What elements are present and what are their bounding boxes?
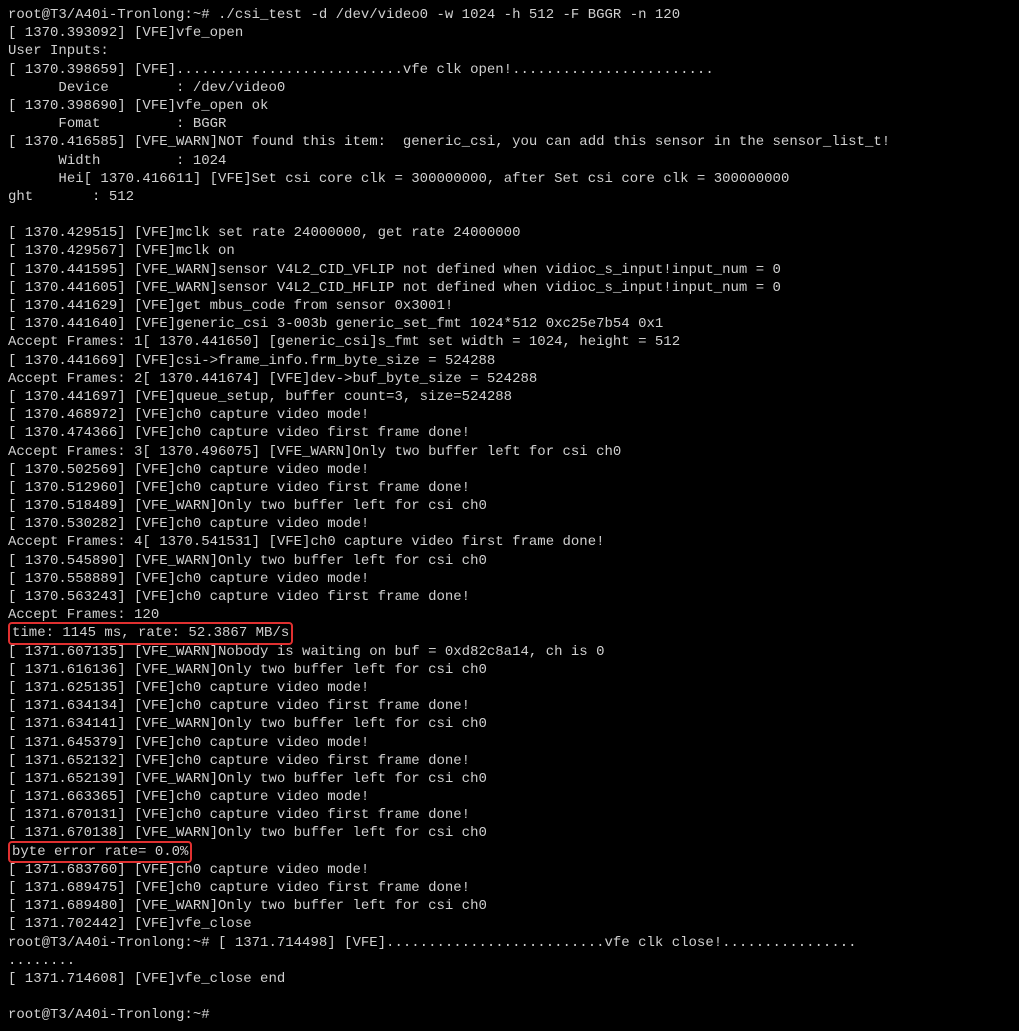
highlighted-output: byte error rate= 0.0% [8,841,192,863]
terminal-line: [ 1370.398659] [VFE]....................… [8,61,1011,79]
terminal-line: [ 1370.398690] [VFE]vfe_open ok [8,97,1011,115]
terminal-line: root@T3/A40i-Tronlong:~# ./csi_test -d /… [8,6,1011,24]
terminal-line: [ 1371.670131] [VFE]ch0 capture video fi… [8,806,1011,824]
terminal-line: [ 1370.563243] [VFE]ch0 capture video fi… [8,588,1011,606]
terminal-line [8,206,1011,224]
highlighted-output: time: 1145 ms, rate: 52.3867 MB/s [8,622,293,644]
terminal-line: byte error rate= 0.0% [8,843,1011,861]
terminal-line: [ 1370.441605] [VFE_WARN]sensor V4L2_CID… [8,279,1011,297]
terminal-line: Accept Frames: 3[ 1370.496075] [VFE_WARN… [8,443,1011,461]
terminal-line: Device : /dev/video0 [8,79,1011,97]
terminal-line: [ 1371.689480] [VFE_WARN]Only two buffer… [8,897,1011,915]
terminal-line: [ 1370.512960] [VFE]ch0 capture video fi… [8,479,1011,497]
terminal-line: [ 1371.607135] [VFE_WARN]Nobody is waiti… [8,643,1011,661]
terminal-line: User Inputs: [8,42,1011,60]
terminal-line: [ 1371.702442] [VFE]vfe_close [8,915,1011,933]
terminal-line: [ 1370.474366] [VFE]ch0 capture video fi… [8,424,1011,442]
terminal-line: [ 1370.441640] [VFE]generic_csi 3-003b g… [8,315,1011,333]
terminal-line: [ 1371.714608] [VFE]vfe_close end [8,970,1011,988]
terminal-line: Width : 1024 [8,152,1011,170]
terminal-line: [ 1370.558889] [VFE]ch0 capture video mo… [8,570,1011,588]
terminal-line: Accept Frames: 1[ 1370.441650] [generic_… [8,333,1011,351]
terminal-line: [ 1371.652139] [VFE_WARN]Only two buffer… [8,770,1011,788]
terminal-line: root@T3/A40i-Tronlong:~# [8,1006,1011,1024]
terminal-line: root@T3/A40i-Tronlong:~# [ 1371.714498] … [8,934,1011,952]
terminal-line: [ 1370.441629] [VFE]get mbus_code from s… [8,297,1011,315]
terminal-line: [ 1371.634141] [VFE_WARN]Only two buffer… [8,715,1011,733]
terminal-line: ........ [8,952,1011,970]
terminal-line: Hei[ 1370.416611] [VFE]Set csi core clk … [8,170,1011,188]
terminal-line: [ 1371.625135] [VFE]ch0 capture video mo… [8,679,1011,697]
terminal-line: [ 1370.441595] [VFE_WARN]sensor V4L2_CID… [8,261,1011,279]
terminal-line: Accept Frames: 4[ 1370.541531] [VFE]ch0 … [8,533,1011,551]
terminal-line: [ 1370.429515] [VFE]mclk set rate 240000… [8,224,1011,242]
terminal-line: [ 1371.645379] [VFE]ch0 capture video mo… [8,734,1011,752]
terminal-line: [ 1370.416585] [VFE_WARN]NOT found this … [8,133,1011,151]
terminal-line: time: 1145 ms, rate: 52.3867 MB/s [8,624,1011,642]
terminal-line: [ 1370.468972] [VFE]ch0 capture video mo… [8,406,1011,424]
terminal-line: [ 1371.652132] [VFE]ch0 capture video fi… [8,752,1011,770]
terminal-line: [ 1370.429567] [VFE]mclk on [8,242,1011,260]
terminal-line [8,988,1011,1006]
terminal-line: Fomat : BGGR [8,115,1011,133]
terminal-line: [ 1370.518489] [VFE_WARN]Only two buffer… [8,497,1011,515]
terminal-line: ght : 512 [8,188,1011,206]
terminal-line: [ 1371.670138] [VFE_WARN]Only two buffer… [8,824,1011,842]
terminal-line: [ 1370.441669] [VFE]csi->frame_info.frm_… [8,352,1011,370]
terminal-output[interactable]: root@T3/A40i-Tronlong:~# ./csi_test -d /… [0,0,1019,1031]
terminal-line: [ 1370.545890] [VFE_WARN]Only two buffer… [8,552,1011,570]
terminal-line: [ 1370.530282] [VFE]ch0 capture video mo… [8,515,1011,533]
terminal-line: [ 1370.393092] [VFE]vfe_open [8,24,1011,42]
terminal-line: [ 1371.689475] [VFE]ch0 capture video fi… [8,879,1011,897]
terminal-line: Accept Frames: 2[ 1370.441674] [VFE]dev-… [8,370,1011,388]
terminal-line: [ 1370.441697] [VFE]queue_setup, buffer … [8,388,1011,406]
terminal-line: [ 1370.502569] [VFE]ch0 capture video mo… [8,461,1011,479]
terminal-line: [ 1371.634134] [VFE]ch0 capture video fi… [8,697,1011,715]
terminal-line: [ 1371.683760] [VFE]ch0 capture video mo… [8,861,1011,879]
terminal-line: [ 1371.616136] [VFE_WARN]Only two buffer… [8,661,1011,679]
terminal-line: [ 1371.663365] [VFE]ch0 capture video mo… [8,788,1011,806]
